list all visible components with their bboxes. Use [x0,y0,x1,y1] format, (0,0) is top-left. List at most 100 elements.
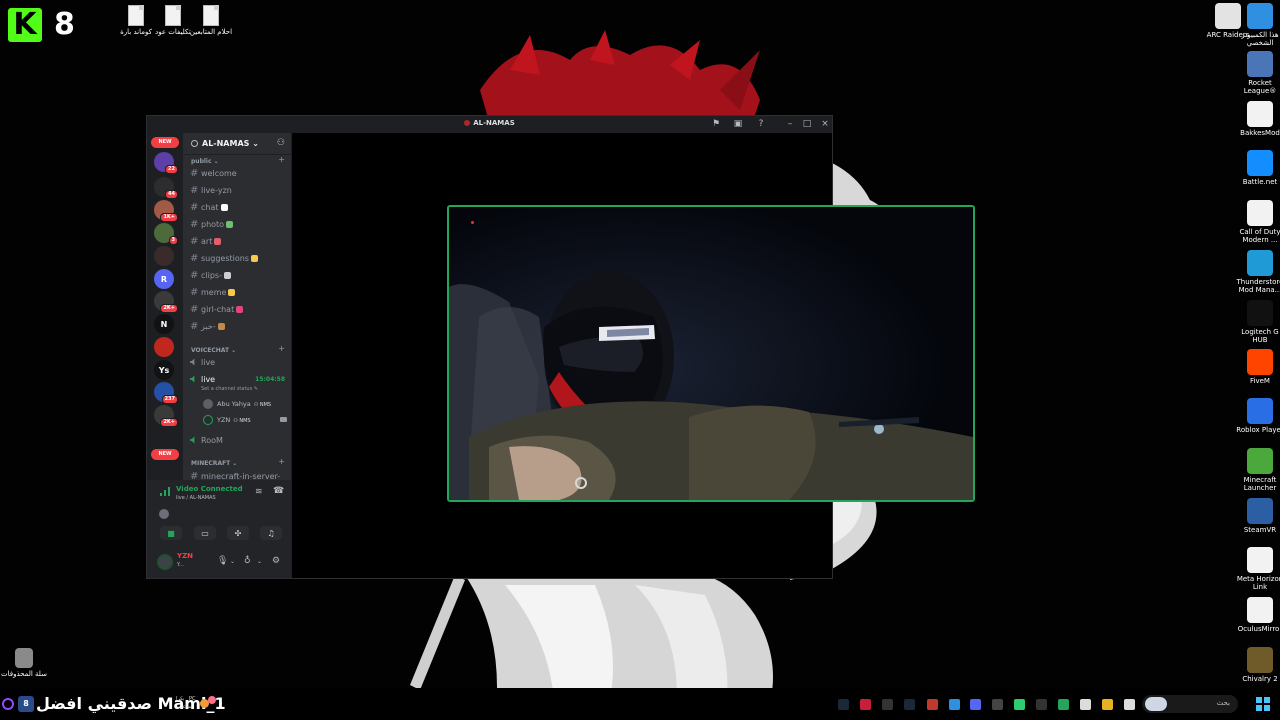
calendar-icon[interactable] [1080,699,1091,710]
category-public[interactable]: public ⌄ [191,158,219,165]
desktop-shortcut[interactable]: Battle.net [1236,150,1280,186]
app-icon[interactable]: 8 [18,696,34,712]
desktop-shortcut[interactable]: BakkesMod [1236,101,1280,137]
desktop-shortcut[interactable]: Roblox Player [1236,398,1280,434]
new-unread-pill[interactable]: NEW [151,137,179,148]
server-icon[interactable] [154,246,174,266]
server-icon[interactable]: 22 [154,152,178,174]
category-minecraft[interactable]: MINECRAFT ⌄ [191,460,237,467]
activities-button[interactable]: ✣ [227,526,249,540]
steam-icon[interactable] [838,699,849,710]
twitch-icon[interactable] [2,698,14,710]
desktop-file-3[interactable]: احلام المتابعين [179,5,243,36]
server-icon[interactable]: 2K+ [154,291,178,313]
app-icon[interactable] [860,699,871,710]
desktop-shortcut[interactable]: Call of Duty Modern ... [1236,200,1280,244]
windows-start-icon[interactable] [1256,696,1270,711]
epic-games-icon[interactable] [1036,699,1047,710]
text-channel[interactable]: # clips- [187,268,287,283]
kick-logo-icon[interactable]: K [8,8,42,42]
add-channel-icon[interactable]: + [278,155,285,164]
add-minecraft-channel-icon[interactable]: + [278,457,285,466]
connection-signal-icon[interactable] [160,487,170,496]
server-icon[interactable]: N [154,314,174,334]
desktop-shortcut[interactable]: Rocket League® [1236,51,1280,95]
maximize-button[interactable]: □ [800,118,814,131]
channel-status[interactable]: Set a channel status ✎ [201,386,258,392]
server-icon[interactable]: 3 [154,223,178,245]
desktop-shortcut[interactable]: Thunderstore Mod Mana... [1236,250,1280,294]
server-icon[interactable]: 44 [154,177,178,199]
text-channel[interactable]: # suggestions [187,251,287,266]
app-icon[interactable] [882,699,893,710]
desktop-shortcut[interactable]: هذا الكمبيوتر الشخصي [1236,3,1280,47]
voice-user[interactable]: YZN ⚇ NMS [203,413,287,427]
taskbar: 8 صدقيني افضل Maml_1 بكرا ساعتين PC بحث [0,688,1280,720]
disconnect-icon[interactable]: ☎ [273,486,284,496]
app-icon[interactable] [1058,699,1069,710]
category-voicechat[interactable]: VOICECHAT ⌄ [191,347,236,354]
server-icon[interactable]: 1K+ [154,200,178,222]
desktop-shortcut[interactable]: OculusMirror [1236,597,1280,633]
chevron-down-icon[interactable]: ⌄ [230,558,235,565]
server-icon[interactable] [154,337,174,357]
window-icon[interactable] [1124,699,1135,710]
recycle-bin[interactable]: سلة المحذوفات [0,648,48,678]
minimize-button[interactable]: – [783,118,797,131]
xbox-icon[interactable] [1014,699,1025,710]
inbox-tray-icon[interactable]: ▣ [731,118,745,131]
search-box[interactable]: بحث [1142,695,1238,713]
desktop-shortcut[interactable]: SteamVR [1236,498,1280,534]
text-channel[interactable]: # خبز- [187,319,287,334]
server-icon[interactable]: Ys [154,360,174,380]
screen-share-button[interactable]: ▭ [194,526,216,540]
voice-channel-live-active[interactable]: live 15:04:58 [187,372,287,387]
text-channel[interactable]: # girl-chat [187,302,287,317]
headphones-icon[interactable]: ♁ [244,556,251,566]
voice-channel-live[interactable]: live [187,355,287,370]
steam-icon[interactable] [904,699,915,710]
app-icon[interactable] [992,699,1003,710]
add-voice-channel-icon[interactable]: + [278,344,285,353]
discord-icon[interactable] [970,699,981,710]
app-icon[interactable] [927,699,938,710]
close-button[interactable]: × [818,118,832,131]
app-icon[interactable] [949,699,960,710]
camera-button[interactable]: ■ [160,526,182,540]
text-channel[interactable]: # live-yzn [187,183,287,198]
text-channel[interactable]: # welcome [187,166,287,181]
soundboard-button[interactable]: ♫ [260,526,282,540]
username[interactable]: YZN [177,552,193,560]
help-icon[interactable]: ? [754,118,768,131]
desktop-shortcut[interactable]: FiveM [1236,349,1280,385]
desktop-shortcut[interactable]: Chivalry 2 [1236,647,1280,683]
noise-suppression-icon[interactable]: ≋ [255,487,263,497]
settings-gear-icon[interactable]: ⚙ [272,556,280,566]
title-bar[interactable]: AL-NAMAS ⚑ ▣ ? – □ × [147,116,832,133]
new-unread-pill[interactable]: NEW [151,449,179,460]
microphone-icon[interactable]: 🎙 [217,556,228,566]
voice-channel-room[interactable]: RooM [187,433,287,448]
desktop-shortcut[interactable]: Logitech G HUB [1236,300,1280,344]
video-stream-tile[interactable] [447,205,975,502]
server-icon[interactable]: 2K+ [154,405,178,427]
folder-icon[interactable] [1102,699,1113,710]
invite-people-icon[interactable]: ⚇ [277,138,285,148]
chevron-down-icon[interactable]: ⌄ [257,558,262,565]
text-channel[interactable]: # chat [187,200,287,215]
inbox-flag-icon[interactable]: ⚑ [709,118,723,131]
guild-header[interactable]: AL-NAMAS ⌄ ⚇ [183,133,291,155]
voice-location[interactable]: live / AL-NAMAS [176,495,216,501]
channel-emoji-icon [226,221,234,228]
text-channel[interactable]: # photo [187,217,287,232]
text-channel[interactable]: # meme [187,285,287,300]
server-icon[interactable]: 237 [154,382,178,404]
voice-status[interactable]: Video Connected [176,485,243,493]
voice-user[interactable]: Abu Yahya ⚇ NMS [203,397,287,411]
desktop-shortcut[interactable]: Minecraft Launcher [1236,448,1280,492]
window-title: AL-NAMAS [147,119,832,127]
server-icon[interactable]: R [154,269,174,289]
text-channel[interactable]: # art [187,234,287,249]
desktop-shortcut[interactable]: Meta Horizon Link [1236,547,1280,591]
avatar[interactable] [157,554,173,570]
